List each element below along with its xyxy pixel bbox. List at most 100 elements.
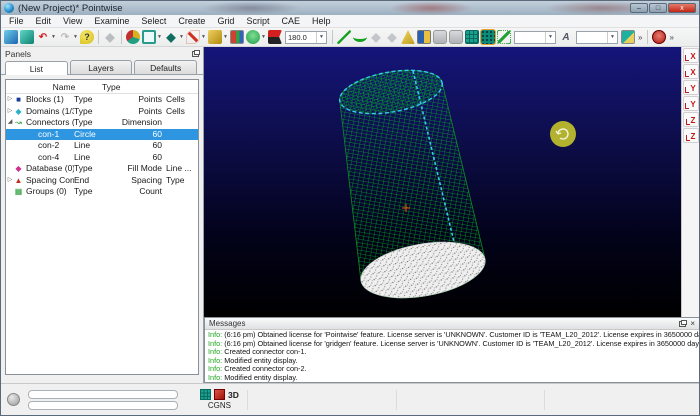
tree-row-groups-0[interactable]: ▦Groups (0)TypeCount (6, 186, 198, 198)
title-bar[interactable]: (New Project)* Pointwise – □ x (1, 1, 699, 15)
curve-connector-icon[interactable] (353, 32, 367, 42)
connector-dimension-icon[interactable] (497, 30, 511, 44)
angle-combo[interactable]: 180.0▼ (285, 31, 327, 44)
toolbar-separator (332, 30, 333, 44)
database-icon: ◆ (14, 164, 23, 173)
panel-float-icon[interactable] (192, 51, 199, 57)
3d-viewport[interactable] (204, 47, 681, 317)
menu-help[interactable]: Help (306, 15, 337, 28)
tree-row-connectors-1-3[interactable]: ◢↝Connectors (1/3)TypeDimension (6, 117, 198, 129)
view-axis-minus-z-button[interactable]: Z (683, 128, 699, 143)
tree-row-domains-1-3[interactable]: ▷◆Domains (1/3)TypePointsCells (6, 106, 198, 118)
view-axis-toolbar: XXYYZZ (681, 47, 699, 317)
view-style-icon-dropdown[interactable]: ▼ (157, 30, 162, 44)
progress-field-2 (28, 401, 178, 410)
tree-row-blocks-1[interactable]: ▷■Blocks (1)TypePointsCells (6, 94, 198, 106)
surface-tool-icon-dropdown[interactable]: ▼ (223, 30, 228, 44)
tree-row-database-0[interactable]: ◆Database (0)TypeFill ModeLine ... (6, 163, 198, 175)
tree-row-spacing-constrai[interactable]: ▷▲Spacing Constrai...EndSpacingType (6, 175, 198, 187)
shaded-view-icon[interactable]: ◆ (164, 30, 178, 44)
column-header-type[interactable]: Type (102, 80, 198, 93)
menu-file[interactable]: File (3, 15, 30, 28)
draw-curve-icon[interactable] (186, 30, 200, 44)
tab-layers[interactable]: Layers (70, 60, 133, 74)
eraser-icon[interactable] (621, 30, 635, 44)
redo-icon[interactable]: ↷ (58, 30, 72, 44)
status-cell-2 (396, 390, 545, 410)
menu-view[interactable]: View (57, 15, 88, 28)
spacing-combo[interactable]: ▼ (576, 31, 618, 44)
toolbar-separator (98, 30, 99, 44)
messages-close-icon[interactable]: × (690, 320, 695, 328)
dimension-mode: 3D (228, 390, 239, 400)
help-icon[interactable]: ? (80, 30, 94, 44)
view-axis-plus-x-button[interactable]: X (683, 48, 699, 63)
view-axis-plus-z-button[interactable]: Z (683, 112, 699, 127)
expander-icon[interactable]: ▷ (6, 106, 14, 118)
messages-log[interactable]: Info: (6:16 pm) Obtained license for 'Po… (205, 330, 699, 382)
extrude-icon[interactable] (401, 30, 415, 44)
tree-row-con-1[interactable]: con-1Circle60 (6, 129, 198, 141)
draw-curve-icon-dropdown[interactable]: ▼ (201, 30, 206, 44)
menu-grid[interactable]: Grid (211, 15, 240, 28)
structured-grid-icon[interactable] (465, 30, 479, 44)
column-header-name[interactable]: Name (26, 80, 102, 93)
groups-icon: ▦ (14, 187, 23, 196)
toolbar-overflow-2[interactable]: » (667, 33, 675, 42)
mask-icon[interactable] (246, 30, 260, 44)
menu-examine[interactable]: Examine (88, 15, 135, 28)
view-axis-plus-y-button[interactable]: Y (683, 80, 699, 95)
orbit-icon[interactable] (433, 30, 447, 44)
menu-edit[interactable]: Edit (30, 15, 58, 28)
tree-row-con-4[interactable]: con-4Line60 (6, 152, 198, 164)
menu-script[interactable]: Script (240, 15, 275, 28)
view-style-icon[interactable] (142, 30, 156, 44)
close-button[interactable]: x (668, 3, 696, 13)
examine-flag-icon[interactable] (268, 30, 282, 44)
delete-icon[interactable]: ◆ (103, 30, 117, 44)
domain-structured-icon[interactable]: ◆ (369, 30, 383, 44)
status-bar: 3D CGNS (1, 383, 699, 415)
image-colors-icon[interactable] (230, 30, 244, 44)
open-icon[interactable] (20, 30, 34, 44)
domain-unstructured-icon[interactable]: ◆ (385, 30, 399, 44)
shaded-view-icon-dropdown[interactable]: ▼ (179, 30, 184, 44)
tree-row-con-2[interactable]: con-2Line60 (6, 140, 198, 152)
rename-icon[interactable]: A (559, 30, 573, 44)
display-attributes-icon[interactable] (126, 30, 140, 44)
window-title: (New Project)* Pointwise (18, 3, 630, 14)
expander-icon[interactable]: ◢ (6, 117, 14, 129)
connectors-icon: ↝ (14, 118, 23, 127)
maximize-button[interactable]: □ (649, 3, 667, 13)
minimize-button[interactable]: – (630, 3, 648, 13)
panels-panel: Panels ListLayersDefaults Name Type ▷■Bl… (1, 47, 204, 383)
cae-format-label: CGNS (208, 401, 231, 410)
tab-list[interactable]: List (5, 61, 68, 75)
dimension-combo[interactable]: ▼ (514, 31, 556, 44)
panels-title: Panels (5, 49, 31, 59)
menu-select[interactable]: Select (135, 15, 172, 28)
toolbar-overflow-1[interactable]: » (636, 33, 644, 42)
toolbar-separator (647, 30, 648, 44)
two-point-connector-icon[interactable] (337, 30, 351, 44)
undo-icon[interactable]: ↶ (36, 30, 50, 44)
redo-icon-dropdown[interactable]: ▼ (73, 30, 78, 44)
surface-tool-icon[interactable] (208, 30, 222, 44)
toolbar-separator (121, 30, 122, 44)
expander-icon[interactable]: ▷ (6, 175, 14, 187)
mask-icon-dropdown[interactable]: ▼ (261, 30, 266, 44)
menu-create[interactable]: Create (172, 15, 211, 28)
pan-icon[interactable] (449, 30, 463, 44)
assemble-icon[interactable] (417, 30, 431, 44)
unstructured-grid-icon[interactable] (481, 30, 495, 44)
undo-icon-dropdown[interactable]: ▼ (51, 30, 56, 44)
save-icon[interactable] (4, 30, 18, 44)
tab-defaults[interactable]: Defaults (134, 60, 197, 74)
messages-float-icon[interactable] (679, 321, 686, 327)
expander-icon[interactable]: ▷ (6, 94, 14, 106)
menu-cae[interactable]: CAE (275, 15, 306, 28)
view-axis-minus-x-button[interactable]: X (683, 64, 699, 79)
cae-mask-icon[interactable] (652, 30, 666, 44)
menu-bar: FileEditViewExamineSelectCreateGridScrip… (1, 15, 699, 28)
view-axis-minus-y-button[interactable]: Y (683, 96, 699, 111)
